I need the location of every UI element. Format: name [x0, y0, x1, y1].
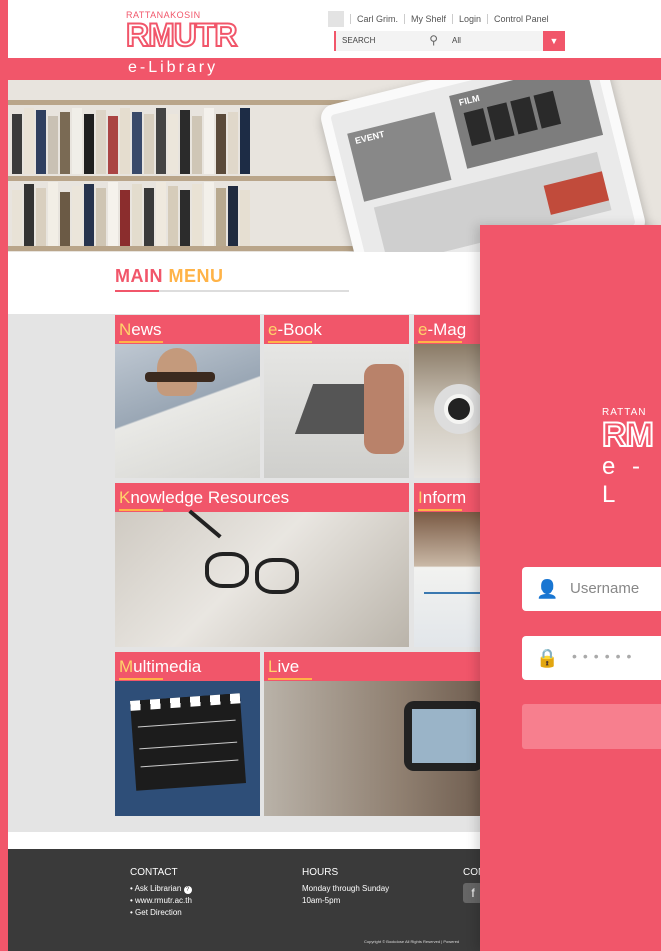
live-image: [264, 681, 494, 816]
lock-icon: 🔒: [536, 648, 559, 668]
user-name-link[interactable]: Carl Grim.: [350, 14, 404, 24]
username-placeholder: Username: [570, 580, 640, 597]
book-row: [8, 180, 348, 248]
login-panel: RATTAN RM e - L 👤 Username 🔒 ••••••: [480, 225, 661, 951]
tile-information-label: Inform: [418, 488, 467, 507]
rmutr-logo[interactable]: RATTANAKOSIN RMUTR: [125, 10, 246, 54]
search-scope-select[interactable]: All ▼: [444, 31, 565, 51]
tile-news[interactable]: News: [115, 315, 260, 478]
username-field[interactable]: 👤 Username: [522, 567, 661, 611]
elibrary-strip: e-Library: [8, 58, 661, 80]
login-logo: RATTAN RM e - L: [601, 407, 661, 509]
ask-librarian-link[interactable]: Ask Librarian ?: [130, 883, 192, 895]
ebook-image: [264, 344, 409, 478]
tile-live-label: Live: [268, 657, 300, 676]
search-input[interactable]: SEARCH ⚲: [334, 31, 444, 51]
login-logo-big: RM: [601, 415, 655, 455]
password-mask: ••••••: [572, 648, 638, 664]
multimedia-image: [115, 681, 260, 816]
password-field[interactable]: 🔒 ••••••: [522, 636, 661, 680]
footer-hours: HOURS Monday through Sunday 10am-5pm: [302, 867, 389, 907]
search-scope-value: All: [452, 36, 461, 45]
logo-big-text: RMUTR: [125, 16, 239, 54]
user-icon: 👤: [536, 579, 559, 599]
login-link[interactable]: Login: [452, 14, 487, 24]
footer-hours-title: HOURS: [302, 867, 339, 878]
my-shelf-link[interactable]: My Shelf: [404, 14, 452, 24]
book-row: [8, 104, 348, 174]
tile-ebook-label: e-Book: [268, 320, 322, 339]
hours-time: 10am-5pm: [302, 896, 341, 905]
dropdown-arrow-icon[interactable]: ▼: [543, 31, 565, 51]
user-avatar-icon[interactable]: [328, 11, 344, 27]
shelf-board: [8, 246, 368, 251]
main-menu-divider: [115, 290, 349, 292]
elibrary-title: e-Library: [128, 59, 219, 76]
top-links: Carl Grim. My Shelf Login Control Panel: [328, 11, 555, 27]
tile-knowledge-resources[interactable]: Knowledge Resources: [115, 483, 409, 647]
get-direction-link[interactable]: Get Direction: [130, 907, 192, 919]
tile-emagazine-label: e-Mag: [418, 320, 467, 339]
hours-days: Monday through Sunday: [302, 884, 390, 893]
tile-news-label: News: [119, 320, 162, 339]
login-logo-sub: e - L: [602, 453, 646, 508]
tile-live[interactable]: Live: [264, 652, 494, 816]
tile-knowledge-label: Knowledge Resources: [119, 488, 290, 507]
header: RATTANAKOSIN RMUTR Carl Grim. My Shelf L…: [8, 0, 661, 58]
footer-contact: CONTACT Ask Librarian ? www.rmutr.ac.th …: [130, 867, 192, 919]
tile-multimedia-label: Multimedia: [119, 657, 202, 676]
tile-multimedia[interactable]: Multimedia: [115, 652, 260, 816]
tile-ebook[interactable]: e-Book: [264, 315, 409, 478]
news-image: [115, 344, 260, 478]
knowledge-image: [115, 509, 409, 647]
footer-contact-title: CONTACT: [130, 867, 178, 878]
main-menu-word1: MAIN: [115, 266, 163, 286]
main-menu-title: MAIN MENU: [115, 266, 224, 287]
search-icon[interactable]: ⚲: [429, 33, 438, 47]
copyright-text: Copyright © Bookdose All Rights Reserved…: [364, 939, 460, 944]
main-menu-word2: MENU: [168, 266, 224, 286]
login-button[interactable]: [522, 704, 661, 749]
help-icon: ?: [183, 886, 192, 894]
control-panel-link[interactable]: Control Panel: [487, 14, 555, 24]
website-link[interactable]: www.rmutr.ac.th: [130, 895, 192, 907]
search-label: SEARCH: [342, 36, 376, 45]
